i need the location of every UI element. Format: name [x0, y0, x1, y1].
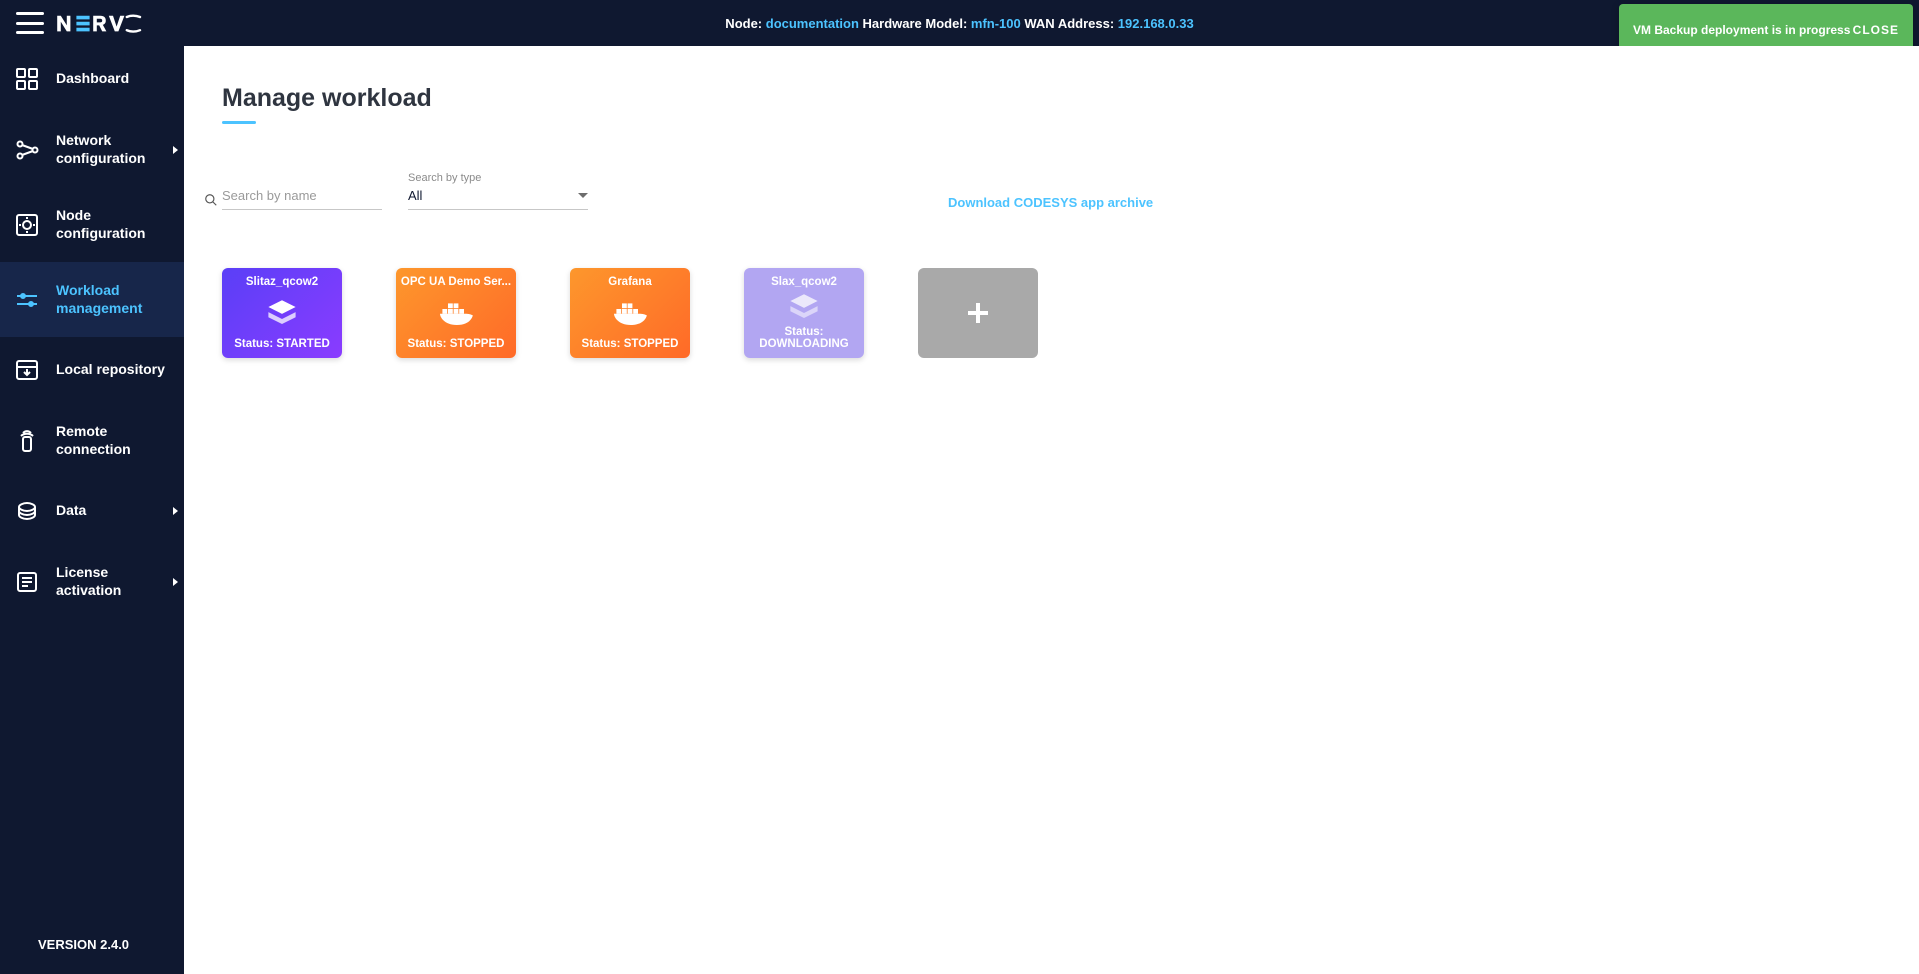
sidebar-item-workload-management[interactable]: Workload management — [0, 262, 184, 337]
workload-status: Status: STOPPED — [582, 338, 679, 350]
menu-toggle-icon[interactable] — [16, 12, 44, 34]
sliders-icon — [14, 287, 40, 313]
chevron-right-icon — [173, 146, 178, 154]
sidebar-item-label: Workload management — [56, 282, 170, 317]
workload-card[interactable]: Slax_qcow2 Status: DOWNLOADING — [744, 268, 864, 358]
main-content: Manage workload Search by type All Downl… — [184, 46, 1919, 974]
sidebar-item-dashboard[interactable]: Dashboard — [0, 46, 184, 112]
workload-card[interactable]: Grafana Status: STOPPED — [570, 268, 690, 358]
sidebar-item-network-configuration[interactable]: Network configuration — [0, 112, 184, 187]
sidebar-item-label: Network configuration — [56, 132, 170, 167]
page-title: Manage workload — [222, 84, 1919, 113]
sidebar-item-label: Remote connection — [56, 423, 170, 458]
workload-name: Slitaz_qcow2 — [246, 276, 318, 288]
sidebar-item-label: License activation — [56, 564, 170, 599]
workload-name: OPC UA Demo Ser... — [401, 276, 511, 288]
version-label: VERSION 2.4.0 — [0, 937, 184, 974]
sidebar-item-label: Node configuration — [56, 207, 170, 242]
type-filter-select[interactable]: All — [408, 186, 588, 210]
sidebar-item-remote-connection[interactable]: Remote connection — [0, 403, 184, 478]
node-label: Node: — [725, 16, 765, 31]
search-icon — [204, 193, 218, 207]
vm-icon — [787, 288, 821, 326]
download-codesys-link[interactable]: Download CODESYS app archive — [948, 195, 1153, 210]
workload-card[interactable]: OPC UA Demo Ser... Status: STOPPED — [396, 268, 516, 358]
chevron-right-icon — [173, 578, 178, 586]
vm-icon — [265, 288, 299, 338]
wan-label: WAN Address: — [1021, 16, 1118, 31]
remote-icon — [14, 428, 40, 454]
plus-icon — [968, 303, 988, 323]
toast-message: VM Backup deployment is in progress — [1633, 23, 1850, 37]
docker-icon — [436, 288, 476, 338]
workload-name: Grafana — [608, 276, 651, 288]
sidebar-item-label: Local repository — [56, 361, 165, 379]
sidebar-item-node-configuration[interactable]: Node configuration — [0, 187, 184, 262]
filter-row: Search by type All Download CODESYS app … — [222, 172, 1919, 210]
hw-value: mfn-100 — [971, 16, 1021, 31]
license-icon — [14, 569, 40, 595]
type-filter-value: All — [408, 188, 422, 203]
wan-value: 192.168.0.33 — [1118, 16, 1194, 31]
workload-card[interactable]: Slitaz_qcow2 Status: STARTED — [222, 268, 342, 358]
node-value: documentation — [766, 16, 859, 31]
workload-name: Slax_qcow2 — [771, 276, 837, 288]
sidebar-item-label: Data — [56, 502, 86, 520]
workload-status: Status: DOWNLOADING — [748, 326, 860, 350]
brand-logo — [56, 13, 146, 33]
add-workload-button[interactable] — [918, 268, 1038, 358]
network-icon — [14, 137, 40, 163]
chevron-right-icon — [173, 507, 178, 515]
title-underline — [222, 121, 256, 124]
search-input[interactable] — [222, 184, 382, 210]
data-icon — [14, 498, 40, 524]
dashboard-icon — [14, 66, 40, 92]
sidebar-item-license-activation[interactable]: License activation — [0, 544, 184, 619]
hw-label: Hardware Model: — [859, 16, 971, 31]
sidebar-item-data[interactable]: Data — [0, 478, 184, 544]
node-info: Node: documentation Hardware Model: mfn-… — [725, 16, 1193, 31]
sidebar-item-local-repository[interactable]: Local repository — [0, 337, 184, 403]
workload-status: Status: STOPPED — [408, 338, 505, 350]
workload-cards: Slitaz_qcow2 Status: STARTED OPC UA Demo… — [222, 268, 1919, 358]
gear-icon — [14, 212, 40, 238]
sidebar: Dashboard Network configuration Node con… — [0, 46, 184, 974]
repository-icon — [14, 357, 40, 383]
sidebar-item-label: Dashboard — [56, 70, 129, 88]
workload-status: Status: STARTED — [234, 338, 330, 350]
docker-icon — [610, 288, 650, 338]
type-filter-label: Search by type — [408, 172, 588, 184]
toast-close-button[interactable]: CLOSE — [1853, 23, 1899, 37]
chevron-down-icon — [578, 193, 588, 198]
